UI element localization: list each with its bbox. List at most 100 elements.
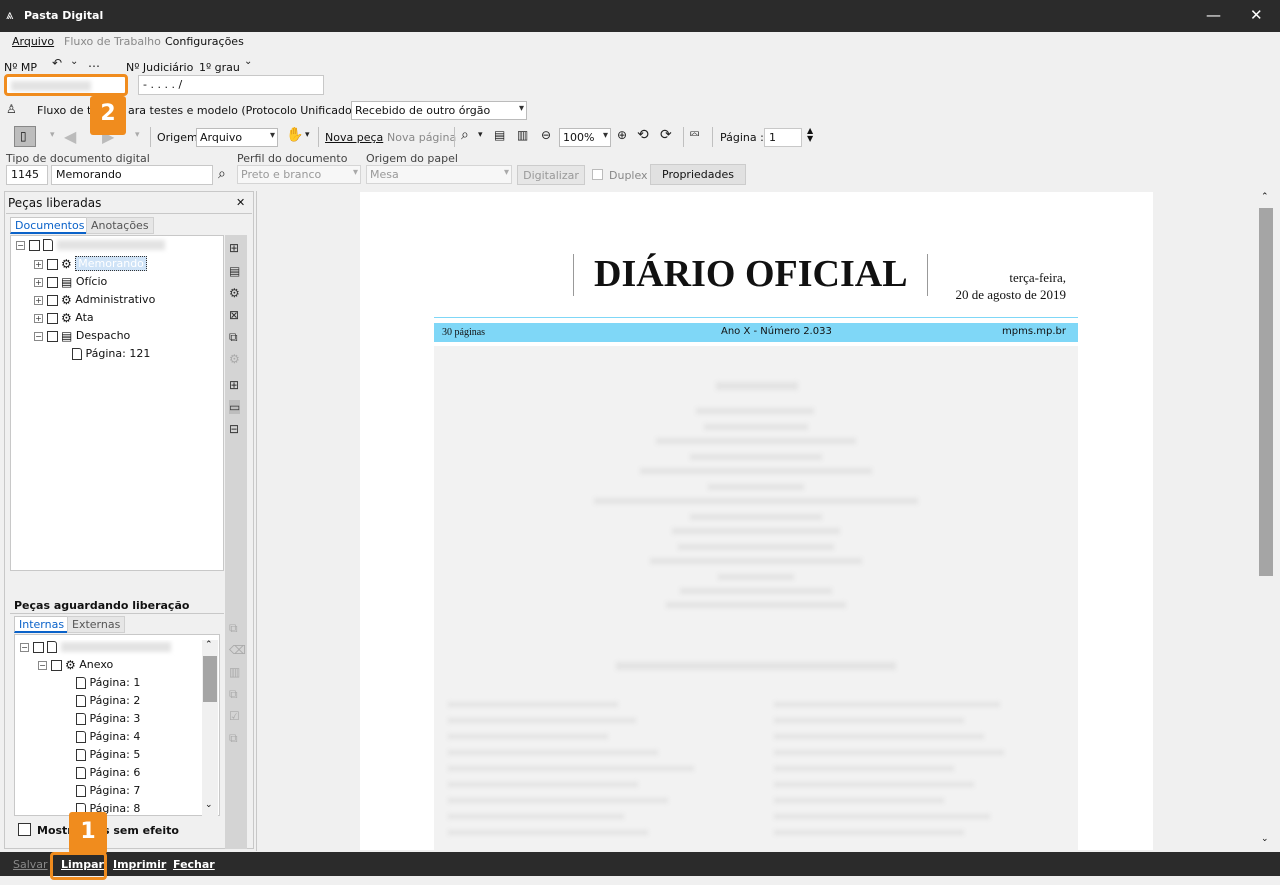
eraser-icon[interactable]: ⌫ [229,643,246,657]
viewer-scrollbar[interactable]: ⌃ ⌄ [1258,192,1274,850]
perfil-select[interactable]: Preto e branco [237,165,361,184]
panel-close-icon[interactable]: ✕ [236,196,245,209]
tab-anotacoes[interactable]: Anotações [86,217,154,234]
collapse-icon[interactable]: − [38,660,47,670]
tree-item-page[interactable]: Página: 121 [72,347,150,365]
expand-icon[interactable]: + [34,313,43,323]
scroll-up-icon[interactable]: ⌃ [1261,192,1269,202]
tree-item-page[interactable]: Página: 3 [76,712,140,730]
list-icon[interactable]: ▤ [229,264,240,278]
tab-externas[interactable]: Externas [67,616,126,633]
salvar-button[interactable]: Salvar [13,858,48,871]
collapse-icon[interactable]: − [16,240,25,250]
tree-item-page[interactable]: Página: 7 [76,784,140,802]
menu-fluxo-trabalho[interactable]: Fluxo de Trabalho [64,35,161,48]
close-icon[interactable]: ✕ [1250,6,1263,24]
edit-disabled-icon[interactable]: ⚙ [229,352,240,366]
copy-disabled-icon[interactable]: ⧉ [229,731,238,746]
tree-root[interactable]: − [20,640,171,658]
tree-item-ata[interactable]: + ⚙ Ata [34,311,94,329]
chevron-down-icon[interactable]: ⌄ [70,56,78,67]
zoom-select[interactable]: 100% [559,128,611,147]
split-icon[interactable]: ⊟ [229,422,239,436]
zoom-dropdown-icon[interactable]: ▾ [478,130,483,140]
minimize-icon[interactable]: — [1206,6,1221,24]
prev-icon[interactable]: ◀ [64,127,76,146]
add-page-icon[interactable]: ⊞ [229,378,239,392]
tree-item-page[interactable]: Página: 5 [76,748,140,766]
rotate-left-icon[interactable]: ⟲ [637,127,649,143]
tree-item-page[interactable]: Página: 2 [76,694,140,712]
more-icon[interactable]: … [88,56,100,70]
menu-configuracoes[interactable]: Configurações [165,35,244,48]
judicial-input[interactable]: - . . . . / [138,75,324,95]
search-zoom-icon[interactable]: ⌕ [461,127,469,143]
scroll-down-icon[interactable]: ⌄ [1261,834,1269,844]
fechar-button[interactable]: Fechar [173,858,215,871]
tipo-doc-input[interactable]: Memorando [51,165,213,185]
scroll-thumb[interactable] [1259,208,1273,576]
pagina-spinner-icon[interactable]: ▲ ▼ [807,127,813,143]
tree-item-page[interactable]: Página: 6 [76,766,140,784]
tab-internas[interactable]: Internas [14,616,70,633]
tree-item-page[interactable]: Página: 4 [76,730,140,748]
expand-icon[interactable]: + [34,277,43,287]
undo-icon[interactable]: ↶ [52,56,62,70]
fit-width-icon[interactable]: ▤ [494,128,505,142]
page-tool-button[interactable]: ▯ [14,126,36,147]
tree-item-page[interactable]: Página: 1 [76,676,140,694]
tree-checkbox[interactable] [32,641,44,653]
tree-view-icon[interactable]: ⊞ [229,241,239,255]
duplicate-icon[interactable]: ⧉ [229,687,238,702]
rotate-right-icon[interactable]: ⟳ [660,127,672,143]
tree-checkbox[interactable] [50,659,62,671]
scroll-thumb[interactable] [203,656,217,702]
propriedades-button[interactable]: Propriedades [650,164,746,185]
remove-doc-icon[interactable]: ⊠ [229,308,239,322]
zoom-out-icon[interactable]: ⊖ [541,128,551,142]
tree-checkbox[interactable] [46,312,58,324]
digitalizar-button[interactable]: Digitalizar [517,165,585,185]
tree-checkbox[interactable] [46,276,58,288]
expand-icon[interactable]: + [34,295,43,305]
tree-item-anexo[interactable]: − ⚙ Anexo [38,658,113,676]
collapse-icon[interactable]: − [34,331,43,341]
tree-item-memorando[interactable]: + ⚙ Memorando [34,256,147,275]
pagina-input[interactable]: 1 [764,128,802,147]
search-icon[interactable]: ⌕ [218,166,226,182]
stamp-add-icon[interactable]: ⚙ [229,286,240,300]
scroll-up-icon[interactable]: ⌃ [205,640,213,650]
hand-dropdown-icon[interactable]: ▾ [305,130,310,140]
internas-scrollbar[interactable]: ⌃ ⌄ [202,640,218,816]
tree-checkbox[interactable] [28,239,40,251]
export-icon[interactable]: ⧉ [229,621,238,636]
copy-icon[interactable]: ⧉ [229,330,238,345]
grau-chevron-icon[interactable]: ⌄ [244,56,252,67]
approve-icon[interactable]: ☑ [229,709,240,723]
collapse-icon[interactable]: − [20,642,29,652]
scroll-down-icon[interactable]: ⌄ [205,800,213,810]
select-page-icon[interactable]: ⮹ [689,127,700,143]
nova-pagina-button[interactable]: Nova página [387,131,456,144]
tipo-doc-code-input[interactable]: 1145 [6,165,48,185]
zoom-in-icon[interactable]: ⊕ [617,128,627,142]
origem-select[interactable]: Arquivo [196,128,278,147]
tree-checkbox[interactable] [46,258,58,270]
tree-checkbox[interactable] [46,294,58,306]
imprimir-button[interactable]: Imprimir [113,858,166,871]
hand-icon[interactable]: ✋ [286,127,303,143]
menu-arquivo[interactable]: Arquivo [12,35,54,48]
origem-papel-select[interactable]: Mesa [366,165,512,184]
note-icon[interactable]: ▭ [229,400,241,414]
fila-select[interactable]: Recebido de outro órgão [351,101,527,120]
duplex-checkbox[interactable] [592,169,603,180]
delete-icon[interactable]: ▥ [229,665,240,679]
fit-page-icon[interactable]: ▥ [517,128,528,142]
tree-item-oficio[interactable]: + ▤ Ofício [34,275,107,293]
tree-root[interactable]: − [16,238,165,256]
tree-item-despacho[interactable]: − ▤ Despacho [34,329,130,347]
tab-documentos[interactable]: Documentos [10,217,90,234]
mostrar-checkbox[interactable] [18,823,31,836]
tree-checkbox[interactable] [46,330,58,342]
expand-icon[interactable]: + [34,259,43,269]
